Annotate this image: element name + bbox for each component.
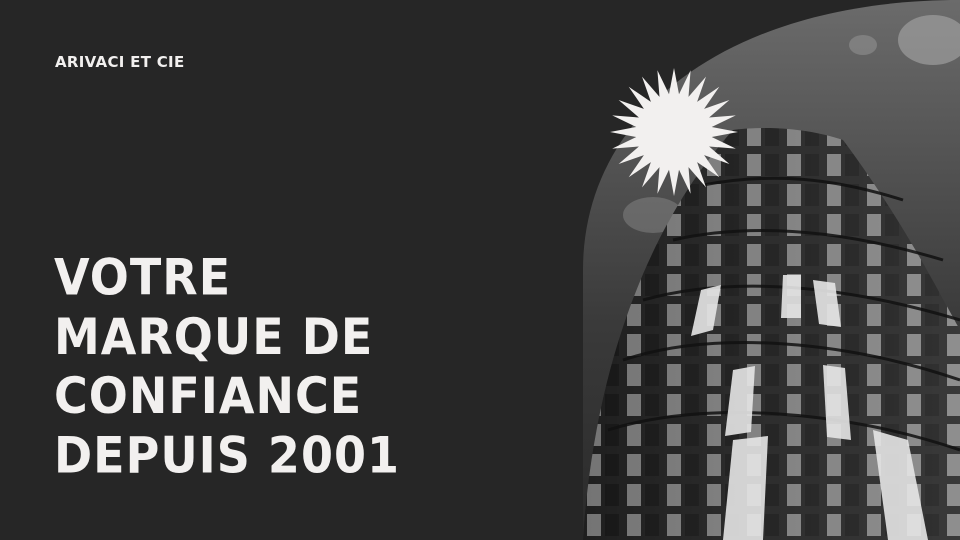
headline: VOTRE MARQUE DE CONFIANCE DEPUIS 2001 <box>54 248 400 486</box>
starburst-shape <box>610 68 738 196</box>
brand-name: ARIVACI ET CIE <box>55 53 185 71</box>
headline-line-4: DEPUIS 2001 <box>54 426 400 485</box>
starburst-icon <box>608 66 740 198</box>
headline-line-1: VOTRE <box>54 248 232 307</box>
headline-line-2: MARQUE DE <box>54 307 374 366</box>
headline-line-3: CONFIANCE <box>54 366 363 426</box>
